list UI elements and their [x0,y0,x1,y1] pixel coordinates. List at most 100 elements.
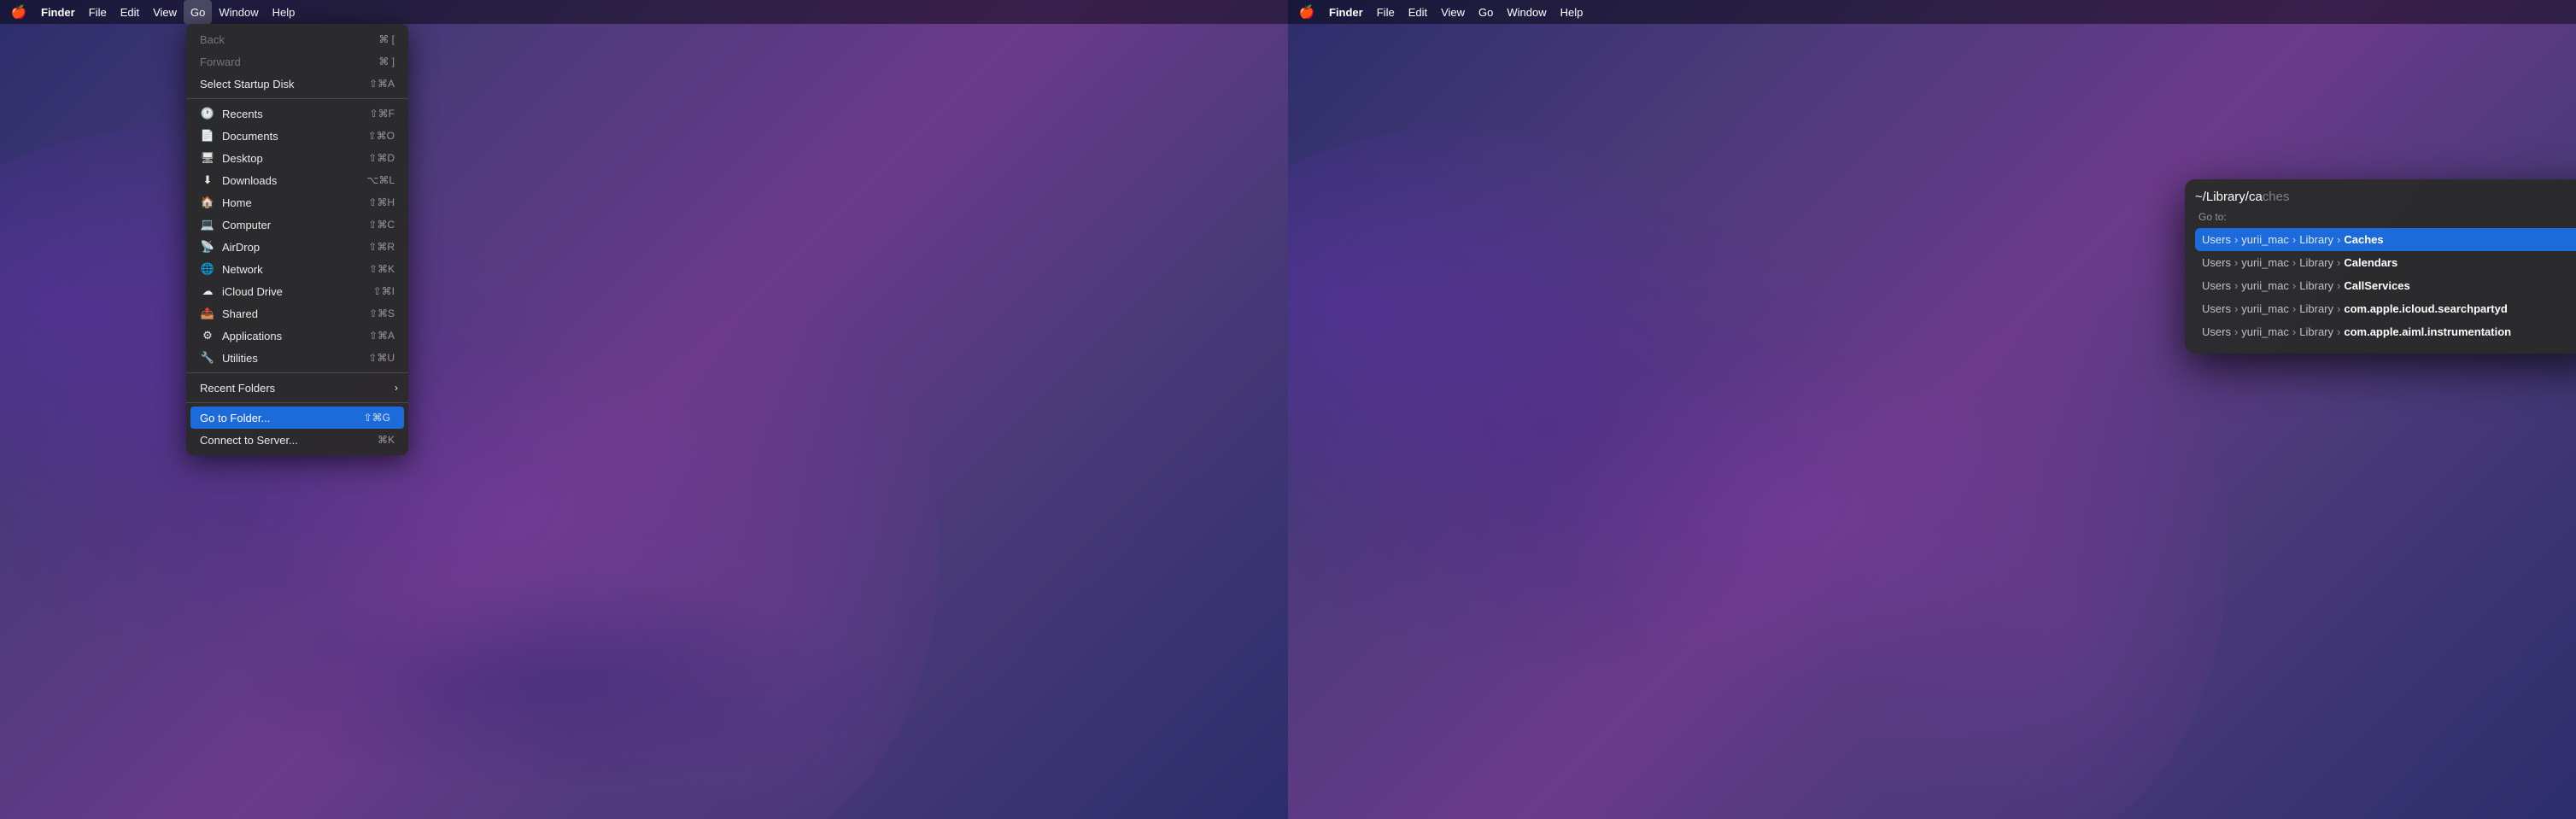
path-caches: Caches [2344,233,2383,246]
menu-item-desktop[interactable]: 🖥 Desktop ⇧⌘D [186,147,408,169]
menu-item-startup-disk[interactable]: Select Startup Disk ⇧⌘A [186,73,408,95]
suggestion-list: Users › yurii_mac › Library › Caches Use… [2195,228,2576,343]
path-sep-5c: › [2337,325,2340,338]
menu-label-back: Back [200,33,225,46]
menu-label-desktop: Desktop [222,152,263,165]
go-to-label: Go to: [2195,211,2576,223]
path-sep-3b: › [2292,279,2296,292]
menu-label-home: Home [222,196,252,209]
menu-item-shared[interactable]: 📤 Shared ⇧⌘S [186,302,408,325]
menu-shortcut-connect-server: ⌘K [378,434,395,446]
documents-icon: 📄 [200,128,215,143]
menubar-file-right[interactable]: File [1370,0,1402,24]
path-yurii-5: yurii_mac [2241,325,2289,338]
apple-menu-left[interactable]: 🍎 [10,3,27,20]
menu-label-documents: Documents [222,130,278,143]
menu-item-airdrop[interactable]: 📡 AirDrop ⇧⌘R [186,236,408,258]
menu-item-downloads[interactable]: ⬇ Downloads ⌥⌘L [186,169,408,191]
applications-icon: ⚙ [200,328,215,343]
menu-shortcut-network: ⇧⌘K [369,263,395,275]
menu-item-recent-folders[interactable]: Recent Folders › [186,377,408,399]
menubar-edit-left[interactable]: Edit [114,0,146,24]
path-sep-1a: › [2234,233,2238,246]
menu-shortcut-applications: ⇧⌘A [369,330,395,342]
menu-label-icloud: iCloud Drive [222,285,283,298]
path-users-5: Users [2202,325,2231,338]
menu-label-startup-disk: Select Startup Disk [200,78,295,91]
menu-separator-2 [186,372,408,373]
path-calendars: Calendars [2344,256,2397,269]
path-sep-4a: › [2234,302,2238,315]
path-library-3: Library [2299,279,2333,292]
menu-label-recents: Recents [222,108,263,120]
shared-icon: 📤 [200,306,215,321]
menubar-window-left[interactable]: Window [212,0,265,24]
path-users-2: Users [2202,256,2231,269]
menu-label-recent-folders: Recent Folders [200,382,275,395]
suggestion-item-aiml[interactable]: Users › yurii_mac › Library › com.apple.… [2195,320,2576,343]
path-library-4: Library [2299,302,2333,315]
path-searchpartyd: com.apple.icloud.searchpartyd [2344,302,2507,315]
menu-shortcut-recents: ⇧⌘F [370,108,395,120]
suggestion-item-calendars[interactable]: Users › yurii_mac › Library › Calendars [2195,251,2576,274]
menubar-view-left[interactable]: View [146,0,184,24]
icloud-icon: ☁ [200,284,215,299]
right-panel: 🍎 Finder File Edit View Go Window Help ~… [1288,0,2576,819]
desktop-icon: 🖥 [200,150,215,166]
airdrop-icon: 📡 [200,239,215,254]
menu-label-utilities: Utilities [222,352,258,365]
suggestion-item-caches[interactable]: Users › yurii_mac › Library › Caches [2195,228,2576,251]
path-sep-4b: › [2292,302,2296,315]
menu-shortcut-airdrop: ⇧⌘R [368,241,395,253]
menubar-view-right[interactable]: View [1434,0,1472,24]
menu-label-computer: Computer [222,219,271,231]
menubar-help-left[interactable]: Help [266,0,302,24]
menu-item-icloud[interactable]: ☁ iCloud Drive ⇧⌘I [186,280,408,302]
downloads-icon: ⬇ [200,173,215,188]
dialog-input-typed: ~/Library/ca [2195,190,2263,204]
menu-shortcut-icloud: ⇧⌘I [373,285,395,297]
path-library-2: Library [2299,256,2333,269]
menubar-go-left[interactable]: Go [184,0,212,24]
path-sep-3a: › [2234,279,2238,292]
menu-label-shared: Shared [222,307,258,320]
menu-item-back[interactable]: Back ⌘ [ [186,28,408,50]
menu-item-forward[interactable]: Forward ⌘ ] [186,50,408,73]
menu-item-home[interactable]: 🏠 Home ⇧⌘H [186,191,408,214]
menu-shortcut-home: ⇧⌘H [368,196,395,208]
path-sep-5b: › [2292,325,2296,338]
path-users-1: Users [2202,233,2231,246]
menubar-edit-right[interactable]: Edit [1402,0,1434,24]
bg-decoration-3 [171,555,940,811]
path-sep-1c: › [2337,233,2340,246]
menubar-finder-right[interactable]: Finder [1322,0,1370,24]
menu-item-recents[interactable]: 🕐 Recents ⇧⌘F [186,102,408,125]
left-menubar: 🍎 Finder File Edit View Go Window Help [0,0,1288,24]
menubar-finder-left[interactable]: Finder [34,0,82,24]
menu-item-network[interactable]: 🌐 Network ⇧⌘K [186,258,408,280]
menubar-window-right[interactable]: Window [1500,0,1553,24]
menubar-help-right[interactable]: Help [1554,0,1590,24]
menu-label-forward: Forward [200,56,241,68]
menu-shortcut-forward: ⌘ ] [378,56,395,67]
menu-shortcut-utilities: ⇧⌘U [368,352,395,364]
path-library-1: Library [2299,233,2333,246]
path-sep-2a: › [2234,256,2238,269]
menu-item-utilities[interactable]: 🔧 Utilities ⇧⌘U [186,347,408,369]
menu-item-applications[interactable]: ⚙ Applications ⇧⌘A [186,325,408,347]
menu-item-go-to-folder[interactable]: Go to Folder... ⇧⌘G [190,407,404,429]
suggestion-item-searchpartyd[interactable]: Users › yurii_mac › Library › com.apple.… [2195,297,2576,320]
menu-shortcut-back: ⌘ [ [378,33,395,45]
go-dropdown-menu: Back ⌘ [ Forward ⌘ ] Select Startup Disk… [186,24,408,455]
path-library-5: Library [2299,325,2333,338]
apple-menu-right[interactable]: 🍎 [1298,3,1315,20]
menu-item-documents[interactable]: 📄 Documents ⇧⌘O [186,125,408,147]
menu-separator-3 [186,402,408,403]
bg-decoration-r1 [1288,128,1758,555]
suggestion-item-callservices[interactable]: Users › yurii_mac › Library › CallServic… [2195,274,2576,297]
menu-item-connect-server[interactable]: Connect to Server... ⌘K [186,429,408,451]
menubar-go-right[interactable]: Go [1472,0,1500,24]
utilities-icon: 🔧 [200,350,215,366]
menu-item-computer[interactable]: 💻 Computer ⇧⌘C [186,214,408,236]
menubar-file-left[interactable]: File [82,0,114,24]
